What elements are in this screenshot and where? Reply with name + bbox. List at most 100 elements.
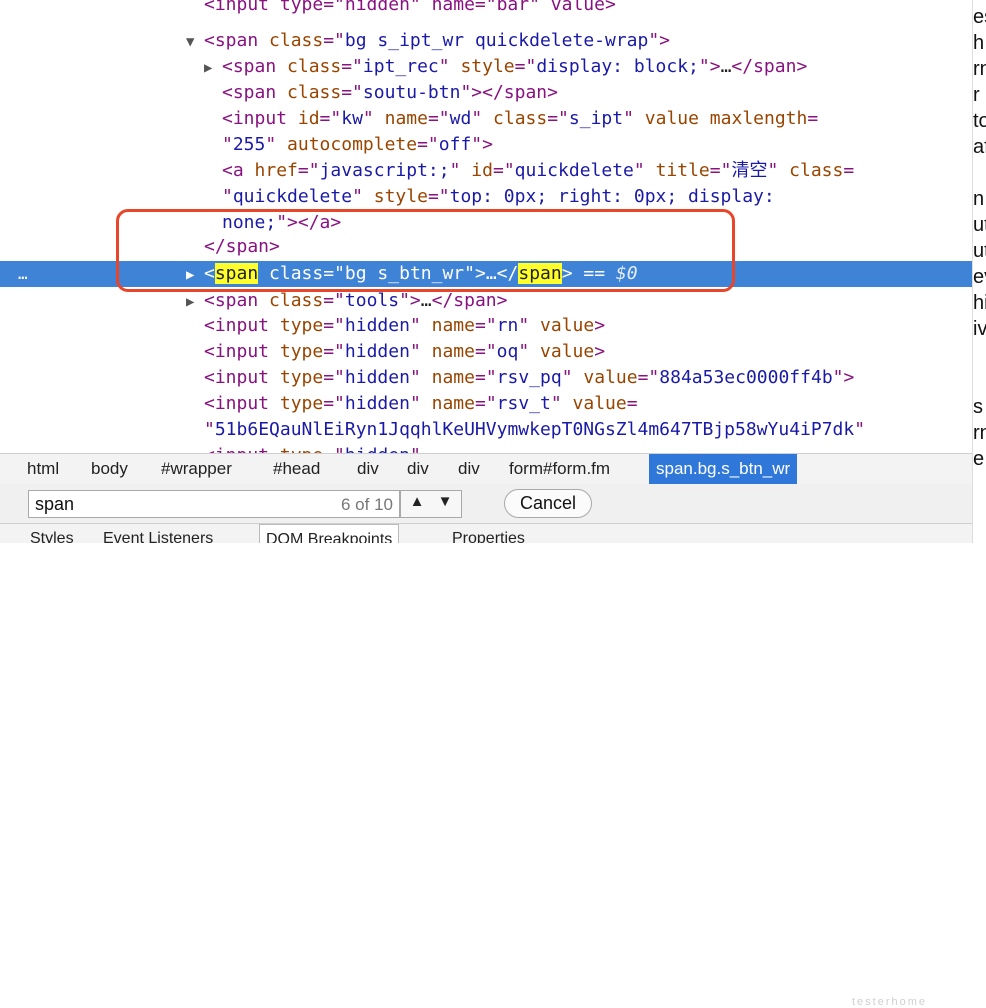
dom-node-line[interactable]: <input id="kw" name="wd" class="s_ipt" v… <box>0 106 972 132</box>
dom-node-text: "quickdelete" style="top: 0px; right: 0p… <box>204 184 775 210</box>
code-token: "> <box>471 134 493 155</box>
code-token: type <box>279 341 324 362</box>
code-token: name <box>384 108 428 129</box>
breadcrumb-item[interactable]: div <box>400 454 436 484</box>
code-token: =" <box>319 108 342 129</box>
code-token: =" <box>474 341 497 362</box>
tab-dom-breakpoints[interactable]: DOM Breakpoints <box>259 524 400 543</box>
dom-node-line[interactable]: ▶ <span class="ipt_rec" style="display: b… <box>0 54 972 80</box>
breadcrumb-item[interactable]: div <box>350 454 386 484</box>
code-token: value <box>583 367 638 388</box>
next-match-icon[interactable]: ▼ <box>433 493 457 515</box>
dom-node-line[interactable]: <input type="hidden" name="oq" value> <box>0 339 972 365</box>
code-token: " <box>362 108 385 129</box>
code-token: " <box>518 341 541 362</box>
dom-node-line[interactable]: "255" autocomplete="off"> <box>0 132 972 158</box>
code-token: style <box>373 186 428 207</box>
breadcrumb-item[interactable]: body <box>84 454 135 484</box>
dom-node-line[interactable]: ▼ <span class="bg s_ipt_wr quickdelete-wr… <box>0 28 972 54</box>
tab-styles[interactable]: Styles <box>30 524 74 543</box>
code-token: > <box>594 341 606 362</box>
code-token: display: block; <box>536 56 699 77</box>
code-token: = <box>807 108 819 129</box>
search-input[interactable]: span 6 of 10 <box>28 490 400 518</box>
dom-node-line[interactable]: "quickdelete" style="top: 0px; right: 0p… <box>0 184 972 210</box>
dom-node-text: ▼ <span class="bg s_ipt_wr quickdelete-wr… <box>186 28 670 55</box>
code-token: 51b6EQauNlEiRyn1JqqhlKeUHVymwkepT0NGsZl4… <box>214 419 855 440</box>
previous-match-icon[interactable]: ▲ <box>405 493 429 515</box>
more-options-icon[interactable]: … <box>18 261 28 287</box>
code-token: " <box>204 419 215 440</box>
code-token: " <box>265 134 288 155</box>
dom-node-line[interactable]: "51b6EQauNlEiRyn1JqqhlKeUHVymwkepT0NGsZl… <box>0 417 972 443</box>
expand-triangle-icon[interactable]: ▶ <box>204 55 222 81</box>
code-token: s_ipt <box>568 108 624 129</box>
code-token: soutu-btn <box>362 82 461 103</box>
code-token: <input <box>204 315 280 336</box>
page-text-fragment: af <box>973 136 986 158</box>
code-token: " <box>767 160 790 181</box>
code-token: " <box>409 341 432 362</box>
code-token: autocomplete <box>287 134 418 155</box>
code-token: bg s_ipt_wr quickdelete-wrap <box>344 30 649 51</box>
breadcrumb-item[interactable]: form#form.fm <box>502 454 617 484</box>
page-content-edge: es h rn r to af n ut ut ev hi iv s rn e <box>972 0 986 543</box>
breadcrumb-item[interactable]: html <box>20 454 66 484</box>
code-token: </span> <box>731 56 808 77</box>
code-token: <input type="hidden" name="bar" value> <box>204 0 616 15</box>
code-token: "> <box>399 290 421 311</box>
code-token: = <box>626 393 638 414</box>
code-token: oq <box>496 341 519 362</box>
code-token: value maxlength <box>644 108 808 129</box>
page-text-fragment: iv <box>973 318 986 340</box>
code-token: <input <box>204 367 280 388</box>
dom-node-text: <input type="hidden" name="bar" value> <box>186 0 616 18</box>
code-token: ipt_rec <box>362 56 439 77</box>
page-text-fragment: ev <box>973 266 986 288</box>
page-text-fragment: s <box>973 396 983 418</box>
dom-node-line[interactable]: <input type="hidden" <box>0 443 972 453</box>
code-token: type <box>279 315 324 336</box>
code-token: type <box>279 367 324 388</box>
code-token: =" <box>709 160 732 181</box>
code-token: > <box>594 315 606 336</box>
tab-properties[interactable]: Properties <box>452 524 525 543</box>
breadcrumb-item[interactable]: #wrapper <box>154 454 239 484</box>
breadcrumb-item[interactable]: span.bg.s_btn_wr <box>649 454 798 484</box>
cancel-button[interactable]: Cancel <box>504 489 592 518</box>
dom-node-line[interactable]: <input type="hidden" name="rsv_pq" value… <box>0 365 972 391</box>
code-token: href <box>254 160 298 181</box>
search-bar: span 6 of 10 ▲ ▼ Cancel testerhome <box>0 484 972 1008</box>
dom-node-line[interactable]: <a href="javascript:;" id="quickdelete" … <box>0 158 972 184</box>
code-token: " <box>409 393 432 414</box>
code-token: … <box>720 56 732 77</box>
breadcrumb-item[interactable]: #head <box>266 454 327 484</box>
page-text-fragment: rn <box>973 58 986 80</box>
code-token: 255 <box>232 134 266 155</box>
code-token: " <box>222 186 233 207</box>
code-token: =" <box>492 160 515 181</box>
code-token: value <box>572 393 627 414</box>
dom-node-text: <a href="javascript:;" id="quickdelete" … <box>204 158 854 184</box>
code-token: =" <box>341 82 363 103</box>
code-token: =" <box>323 290 345 311</box>
breadcrumb: html body #wrapper #head div div div form#form.… <box>0 453 972 485</box>
dom-node-text: ▶ <span class="tools">…</span> <box>186 288 507 315</box>
code-token: " <box>633 160 656 181</box>
code-token: <input <box>204 341 280 362</box>
code-token: =" <box>427 108 450 129</box>
page-text-fragment: es <box>973 6 986 28</box>
dom-node-line[interactable]: <span class="soutu-btn"></span> <box>0 80 972 106</box>
expand-triangle-icon[interactable]: ▶ <box>186 289 204 315</box>
code-token: id <box>297 108 320 129</box>
code-token: " <box>471 108 494 129</box>
dom-node-line[interactable]: <input type="hidden" name="rsv_t" value= <box>0 391 972 417</box>
breadcrumb-item[interactable]: div <box>451 454 487 484</box>
collapse-triangle-icon[interactable]: ▼ <box>186 29 204 55</box>
code-token: class <box>287 82 342 103</box>
code-token: hidden <box>345 445 410 453</box>
dom-node-line[interactable]: <input type="hidden" name="rn" value> <box>0 313 972 339</box>
page-text-fragment: ut <box>973 214 986 236</box>
tab-event-listeners[interactable]: Event Listeners <box>103 524 213 543</box>
dom-node-line[interactable]: <input type="hidden" name="bar" value> <box>0 0 972 18</box>
